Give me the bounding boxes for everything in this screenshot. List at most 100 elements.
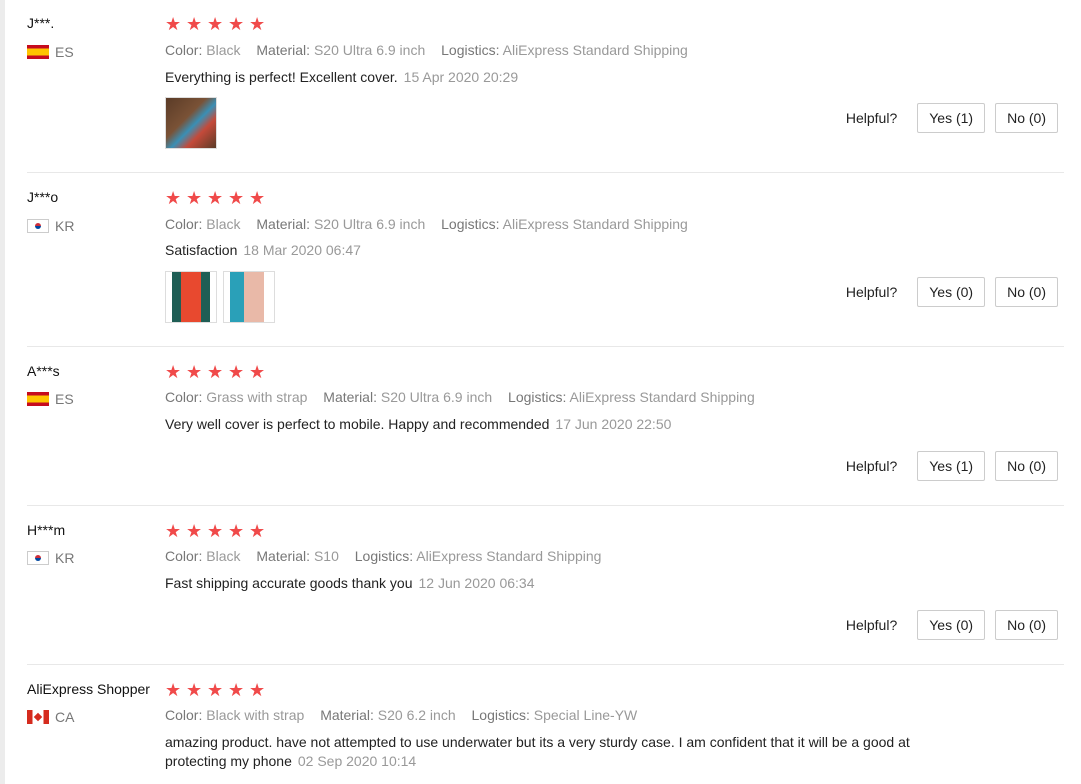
- helpful-yes-button[interactable]: Yes (1): [917, 451, 986, 481]
- helpful-no-button[interactable]: No (0): [995, 103, 1058, 133]
- review-photo-thumbnail[interactable]: [223, 271, 275, 323]
- material-value: S20 Ultra 6.9 inch: [380, 389, 493, 405]
- material-label: Material:: [256, 42, 311, 58]
- left-edge: [0, 0, 5, 784]
- color-label: Color:: [165, 707, 203, 723]
- review-date: 17 Jun 2020 22:50: [555, 416, 672, 432]
- star-rating: ★ ★ ★ ★ ★: [165, 681, 270, 699]
- review-body: Very well cover is perfect to mobile. Ha…: [165, 415, 965, 434]
- reviewer-name: AliExpress Shopper: [27, 681, 150, 697]
- product-attributes: Color: Black Material: S20 Ultra 6.9 inc…: [165, 42, 688, 58]
- helpful-voting: Helpful? Yes (0) No (0): [846, 277, 1058, 307]
- review-body: Fast shipping accurate goods thank you 12…: [165, 574, 965, 593]
- star-icon: ★: [207, 188, 224, 208]
- reviewer-name: J***.: [27, 15, 55, 31]
- color-label: Color:: [165, 548, 203, 564]
- color-value: Black with strap: [206, 707, 305, 723]
- helpful-voting: Helpful? Yes (1) No (0): [846, 103, 1058, 133]
- helpful-yes-button[interactable]: Yes (0): [917, 610, 986, 640]
- country-code: CA: [55, 709, 75, 725]
- review-photos: [165, 271, 281, 323]
- logistics-label: Logistics:: [508, 389, 567, 405]
- review-text: Everything is perfect! Excellent cover.: [165, 69, 398, 85]
- reviewer-country: CA: [27, 709, 74, 725]
- star-rating: ★ ★ ★ ★ ★: [165, 363, 270, 381]
- star-icon: ★: [165, 14, 182, 34]
- color-value: Black: [206, 216, 241, 232]
- helpful-voting: Helpful? Yes (1) No (0): [846, 451, 1058, 481]
- helpful-yes-button[interactable]: Yes (0): [917, 277, 986, 307]
- star-icon: ★: [207, 362, 224, 382]
- product-attributes: Color: Black Material: S20 Ultra 6.9 inc…: [165, 216, 688, 232]
- star-icon: ★: [186, 188, 203, 208]
- material-label: Material:: [320, 707, 374, 723]
- review-date: 18 Mar 2020 06:47: [243, 242, 361, 258]
- review-item: A***s ES ★ ★ ★ ★ ★ Color: Grass with strap M…: [27, 363, 1064, 506]
- star-rating: ★ ★ ★ ★ ★: [165, 189, 270, 207]
- star-icon: ★: [228, 362, 245, 382]
- review-item: H***m KR ★ ★ ★ ★ ★ Color: Black Material: S1…: [27, 522, 1064, 665]
- helpful-no-button[interactable]: No (0): [995, 277, 1058, 307]
- material-label: Material:: [256, 548, 311, 564]
- reviewer-country: ES: [27, 391, 74, 407]
- logistics-label: Logistics:: [441, 42, 500, 58]
- country-code: KR: [55, 550, 75, 566]
- material-value: S20 Ultra 6.9 inch: [313, 216, 426, 232]
- star-icon: ★: [249, 14, 266, 34]
- country-code: ES: [55, 44, 74, 60]
- south-korea-flag-icon: [27, 219, 49, 233]
- star-icon: ★: [228, 188, 245, 208]
- logistics-value: AliExpress Standard Shipping: [569, 389, 755, 405]
- helpful-no-button[interactable]: No (0): [995, 610, 1058, 640]
- review-photo-thumbnail[interactable]: [165, 271, 217, 323]
- helpful-no-button[interactable]: No (0): [995, 451, 1058, 481]
- color-value: Grass with strap: [206, 389, 308, 405]
- color-label: Color:: [165, 42, 203, 58]
- star-icon: ★: [207, 14, 224, 34]
- logistics-label: Logistics:: [471, 707, 530, 723]
- material-label: Material:: [323, 389, 377, 405]
- star-icon: ★: [186, 521, 203, 541]
- product-attributes: Color: Black with strap Material: S20 6.…: [165, 707, 637, 723]
- helpful-voting: Helpful? Yes (0) No (0): [846, 610, 1058, 640]
- review-text: Very well cover is perfect to mobile. Ha…: [165, 416, 550, 432]
- star-icon: ★: [207, 680, 224, 700]
- review-date: 02 Sep 2020 10:14: [297, 753, 417, 769]
- material-value: S20 Ultra 6.9 inch: [313, 42, 426, 58]
- material-value: S10: [313, 548, 339, 564]
- reviewer-name: H***m: [27, 522, 66, 538]
- star-icon: ★: [207, 521, 224, 541]
- product-attributes: Color: Black Material: S10 Logistics: Al…: [165, 548, 601, 564]
- star-rating: ★ ★ ★ ★ ★: [165, 522, 270, 540]
- helpful-label: Helpful?: [845, 110, 898, 126]
- review-photo-thumbnail[interactable]: [165, 97, 217, 149]
- star-icon: ★: [165, 680, 182, 700]
- star-icon: ★: [228, 680, 245, 700]
- review-date: 15 Apr 2020 20:29: [403, 69, 519, 85]
- star-icon: ★: [165, 188, 182, 208]
- logistics-value: AliExpress Standard Shipping: [416, 548, 602, 564]
- reviewer-name: J***o: [27, 189, 59, 205]
- material-value: S20 6.2 inch: [377, 707, 456, 723]
- star-icon: ★: [165, 362, 182, 382]
- reviewer-name: A***s: [27, 363, 60, 379]
- color-value: Black: [206, 42, 241, 58]
- product-attributes: Color: Grass with strap Material: S20 Ul…: [165, 389, 755, 405]
- color-label: Color:: [165, 389, 203, 405]
- logistics-label: Logistics:: [354, 548, 414, 564]
- star-icon: ★: [228, 14, 245, 34]
- reviewer-country: ES: [27, 44, 74, 60]
- color-label: Color:: [165, 216, 203, 232]
- logistics-value: AliExpress Standard Shipping: [502, 216, 688, 232]
- star-icon: ★: [249, 362, 266, 382]
- review-photos: [165, 97, 223, 149]
- helpful-label: Helpful?: [845, 284, 898, 300]
- material-label: Material:: [256, 216, 311, 232]
- helpful-yes-button[interactable]: Yes (1): [917, 103, 986, 133]
- star-icon: ★: [228, 521, 245, 541]
- color-value: Black: [206, 548, 241, 564]
- canada-flag-icon: [27, 710, 49, 724]
- review-item: J***. ES ★ ★ ★ ★ ★ Color: Black Material: S2…: [27, 15, 1064, 173]
- star-icon: ★: [186, 680, 203, 700]
- reviewer-country: KR: [27, 218, 74, 234]
